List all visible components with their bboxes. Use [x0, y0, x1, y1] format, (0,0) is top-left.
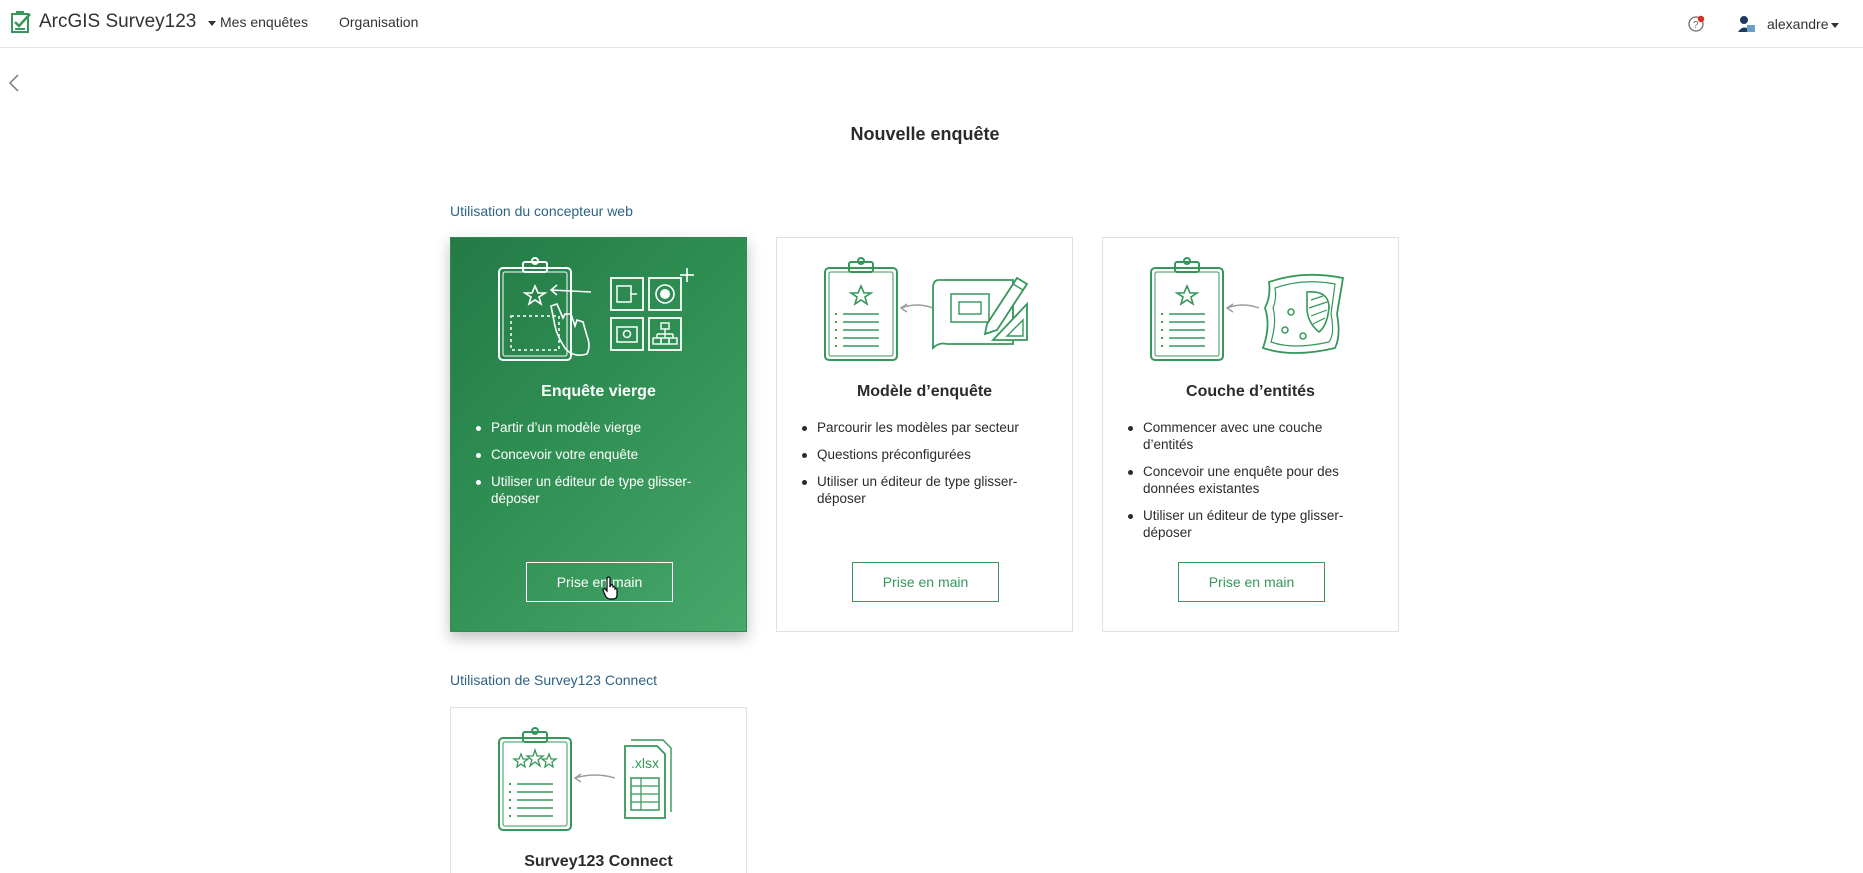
survey123-logo-icon: [11, 11, 31, 33]
card-title: Survey123 Connect: [524, 853, 673, 870]
caret-down-icon: [1830, 22, 1839, 28]
file-type-label: .xlsx: [631, 755, 659, 771]
user-avatar-icon: [1736, 14, 1756, 34]
nav-my-surveys[interactable]: Mes enquêtes: [220, 14, 308, 30]
get-started-button[interactable]: Prise en main: [1178, 562, 1325, 602]
list-item: Commencer avec une couche d’entités: [1128, 419, 1373, 453]
list-item: Utiliser un éditeur de type glisser-dépo…: [476, 473, 721, 507]
help-notification-icon[interactable]: ?: [1687, 15, 1705, 33]
user-name: alexandre: [1767, 16, 1829, 32]
get-started-button[interactable]: Prise en main: [852, 562, 999, 602]
section-web-designer-label: Utilisation du concepteur web: [450, 203, 633, 219]
nav-organisation[interactable]: Organisation: [339, 14, 418, 30]
card-feature-layer[interactable]: Couche d’entités Commencer avec une couc…: [1102, 237, 1399, 632]
card-feature-list: Partir d’un modèle vierge Concevoir votr…: [476, 419, 721, 517]
list-item: Concevoir votre enquête: [476, 446, 721, 463]
blank-survey-illustration-icon: [498, 257, 694, 361]
survey-template-illustration-icon: [824, 257, 1029, 361]
card-blank-survey[interactable]: Enquête vierge Partir d’un modèle vierge…: [450, 237, 747, 632]
app-switcher[interactable]: ArcGIS Survey123: [10, 10, 217, 34]
list-item: Utiliser un éditeur de type glisser-dépo…: [802, 473, 1047, 507]
top-navigation-bar: ArcGIS Survey123 Mes enquêtes Organisati…: [0, 0, 1863, 48]
section-connect-label: Utilisation de Survey123 Connect: [450, 672, 658, 688]
app-name: ArcGIS Survey123: [39, 11, 197, 32]
card-feature-list: Parcourir les modèles par secteur Questi…: [802, 419, 1047, 517]
card-title: Couche d’entités: [1186, 383, 1315, 400]
list-item: Partir d’un modèle vierge: [476, 419, 721, 436]
list-item: Utiliser un éditeur de type glisser-dépo…: [1128, 507, 1373, 541]
get-started-button[interactable]: Prise en main: [526, 562, 673, 602]
page-title: Nouvelle enquête: [850, 124, 1000, 144]
card-title: Enquête vierge: [541, 383, 656, 400]
list-item: Concevoir une enquête pour des données e…: [1128, 463, 1373, 497]
card-feature-list: Commencer avec une couche d’entités Conc…: [1128, 419, 1373, 551]
chevron-left-icon[interactable]: [6, 72, 22, 94]
list-item: Questions préconfigurées: [802, 446, 1047, 463]
svg-text:?: ?: [1693, 20, 1699, 31]
feature-layer-illustration-icon: [1150, 257, 1345, 361]
card-title: Modèle d’enquête: [856, 383, 993, 400]
list-item: Parcourir les modèles par secteur: [802, 419, 1047, 436]
caret-down-icon: [208, 20, 217, 26]
card-survey123-connect[interactable]: .xlsx Survey123 Connect: [450, 707, 747, 873]
user-menu[interactable]: alexandre: [1735, 13, 1839, 35]
survey123-connect-illustration-icon: .xlsx: [498, 727, 672, 831]
card-survey-template[interactable]: Modèle d’enquête Parcourir les modèles p…: [776, 237, 1073, 632]
